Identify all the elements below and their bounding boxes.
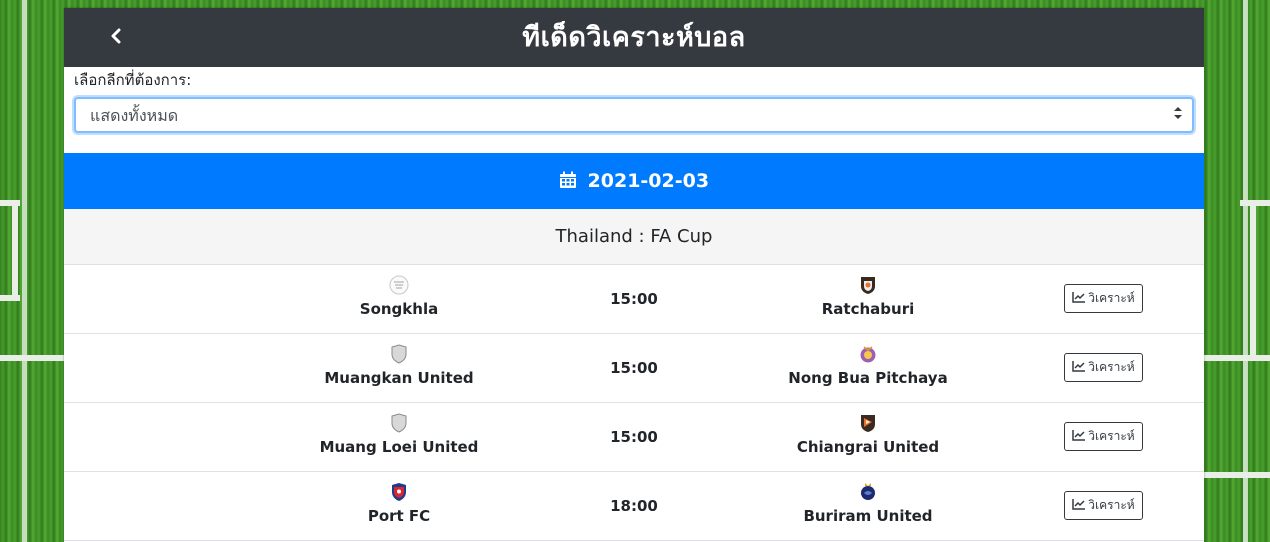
field-line — [0, 200, 20, 206]
date-bar: 2021-02-03 — [64, 153, 1204, 209]
analyze-button-label: วิเคราะห์ — [1088, 360, 1135, 374]
analyze-button[interactable]: วิเคราะห์ — [1064, 284, 1143, 313]
league-header: Thailand : FA Cup — [64, 209, 1204, 265]
field-line — [1200, 472, 1270, 478]
home-team: Muang Loei United — [279, 411, 519, 457]
home-team-name: Songkhla — [359, 300, 439, 318]
away-team: Ratchaburi — [748, 273, 988, 319]
match-date: 2021-02-03 — [587, 170, 710, 192]
field-line — [1240, 200, 1270, 206]
away-team: Chiangrai United — [748, 411, 988, 457]
away-team-name: Chiangrai United — [796, 438, 940, 456]
match-row: Muang Loei United 15:00 Chiangrai United… — [64, 403, 1204, 472]
default-shield-logo — [391, 344, 407, 364]
home-team: Songkhla — [279, 273, 519, 319]
line-chart-icon — [1072, 292, 1086, 303]
league-name: Thailand : FA Cup — [555, 226, 713, 247]
nong-bua-pitchaya-logo — [860, 346, 876, 363]
line-chart-icon — [1072, 361, 1086, 372]
away-team-name: Buriram United — [803, 507, 933, 525]
field-line — [1250, 200, 1256, 355]
kickoff-time: 15:00 — [610, 428, 658, 446]
kickoff-time: 18:00 — [610, 497, 658, 515]
analyze-button-label: วิเคราะห์ — [1088, 291, 1135, 305]
chevron-left-icon — [111, 28, 121, 44]
analyze-button-label: วิเคราะห์ — [1088, 429, 1135, 443]
match-row: Muangkan United 15:00 Nong Bua Pitchaya … — [64, 334, 1204, 403]
field-line — [0, 355, 70, 361]
away-team-name: Nong Bua Pitchaya — [788, 369, 948, 387]
home-team-name: Port FC — [367, 507, 431, 525]
analyze-button[interactable]: วิเคราะห์ — [1064, 491, 1143, 520]
away-team: Buriram United — [748, 480, 988, 526]
default-shield-logo — [391, 413, 407, 433]
away-team: Nong Bua Pitchaya — [748, 342, 988, 388]
analyze-button[interactable]: วิเคราะห์ — [1064, 422, 1143, 451]
field-line — [22, 0, 27, 542]
field-line — [1243, 0, 1248, 542]
league-select-value: แสดงทั้งหมด — [90, 106, 179, 125]
line-chart-icon — [1072, 499, 1086, 510]
field-line — [1200, 355, 1270, 361]
home-team-name: Muangkan United — [324, 369, 474, 387]
ratchaburi-logo — [861, 277, 875, 294]
analyze-button-label: วิเคราะห์ — [1088, 498, 1135, 512]
away-team-name: Ratchaburi — [821, 300, 915, 318]
match-row: Port FC 18:00 Buriram United วิเคราะห์ — [64, 472, 1204, 541]
match-row: Songkhla 15:00 Ratchaburi วิเคราะห์ — [64, 265, 1204, 334]
league-filter-label: เลือกลีกที่ต้องการ: — [74, 71, 192, 89]
field-line — [12, 200, 18, 300]
line-chart-icon — [1072, 430, 1086, 441]
songkhla-logo — [389, 275, 409, 295]
kickoff-time: 15:00 — [610, 359, 658, 377]
main-panel: ทีเด็ดวิเคราะห์บอล เลือกลีกที่ต้องการ: แ… — [64, 8, 1204, 542]
field-line — [0, 295, 20, 301]
kickoff-time: 15:00 — [610, 290, 658, 308]
buriram-united-logo — [861, 483, 875, 500]
back-button[interactable] — [104, 22, 128, 52]
league-select[interactable]: แสดงทั้งหมด — [74, 97, 1194, 133]
home-team-name: Muang Loei United — [319, 438, 479, 456]
league-filter: เลือกลีกที่ต้องการ: แสดงทั้งหมด — [64, 67, 1204, 153]
analyze-button[interactable]: วิเคราะห์ — [1064, 353, 1143, 382]
home-team: Muangkan United — [279, 342, 519, 388]
sort-arrows-icon — [1174, 99, 1182, 132]
header-bar: ทีเด็ดวิเคราะห์บอล — [64, 8, 1204, 67]
page-title: ทีเด็ดวิเคราะห์บอล — [522, 22, 746, 53]
home-team: Port FC — [279, 480, 519, 526]
port-fc-logo — [392, 483, 406, 501]
calendar-icon — [559, 171, 576, 188]
chiangrai-united-logo — [861, 415, 875, 432]
